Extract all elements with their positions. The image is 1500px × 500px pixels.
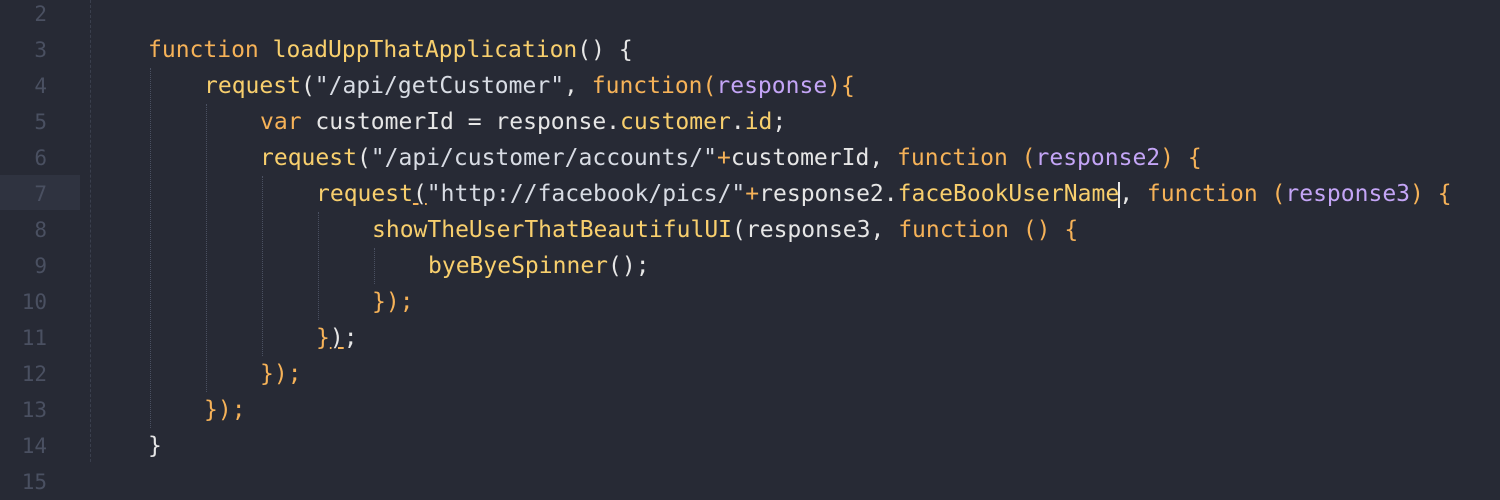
punctuation: ) { bbox=[1160, 145, 1202, 171]
indent-guide bbox=[150, 68, 151, 428]
line-number: 7 bbox=[34, 182, 47, 206]
matched-bracket: ) bbox=[329, 325, 344, 351]
punctuation: . bbox=[730, 109, 745, 135]
punctuation: } bbox=[316, 325, 330, 351]
punctuation: ( bbox=[1257, 181, 1286, 207]
identifier: customerId = response. bbox=[301, 109, 621, 135]
line-number: 6 bbox=[34, 146, 47, 170]
code-line-10[interactable]: }); bbox=[372, 284, 414, 320]
string-literal: "/api/getCustomer" bbox=[314, 73, 565, 99]
code-line-5[interactable]: var customerId = response.customer.id; bbox=[260, 104, 786, 140]
property: faceBookUserName bbox=[897, 181, 1120, 207]
code-line-3[interactable]: function loadUppThatApplication() { bbox=[148, 32, 633, 68]
code-line-8[interactable]: showTheUserThatBeautifulUI(response3, fu… bbox=[372, 212, 1078, 248]
punctuation: ( bbox=[702, 73, 717, 99]
function-name: loadUppThatApplication bbox=[258, 37, 578, 63]
punctuation: }); bbox=[372, 289, 414, 315]
property: id bbox=[744, 109, 773, 135]
punctuation: ; bbox=[343, 325, 358, 351]
function-call: request bbox=[260, 145, 357, 171]
code-editor[interactable]: 2 3 4 5 6 7 8 9 10 11 12 13 14 15 functi… bbox=[0, 0, 1500, 500]
indent-guide bbox=[318, 212, 319, 320]
operator: + bbox=[716, 145, 731, 171]
function-call: request bbox=[316, 181, 413, 207]
line-number: 8 bbox=[34, 218, 47, 242]
keyword: function bbox=[148, 37, 259, 63]
indent-guide bbox=[206, 104, 207, 392]
operator: + bbox=[745, 181, 760, 207]
identifier: customerId bbox=[730, 145, 870, 171]
function-call: request bbox=[204, 73, 301, 99]
line-number: 13 bbox=[21, 398, 47, 422]
parameter: response2 bbox=[1035, 145, 1161, 171]
keyword: function bbox=[1146, 181, 1258, 207]
line-number: 3 bbox=[34, 38, 47, 62]
line-number: 12 bbox=[21, 362, 47, 386]
line-number: 11 bbox=[21, 326, 47, 350]
keyword: function bbox=[897, 145, 1008, 171]
punctuation: , bbox=[1119, 181, 1147, 207]
punctuation: }); bbox=[204, 397, 246, 423]
property: customer bbox=[620, 109, 731, 135]
punctuation: , bbox=[869, 145, 898, 171]
punctuation: ){ bbox=[827, 73, 855, 99]
line-number-gutter: 2 3 4 5 6 7 8 9 10 11 12 13 14 15 bbox=[0, 0, 80, 500]
code-line-13[interactable]: }); bbox=[204, 392, 246, 428]
punctuation: () { bbox=[577, 37, 633, 63]
punctuation: ( bbox=[356, 145, 371, 171]
punctuation: ( bbox=[1007, 145, 1036, 171]
indent-guide bbox=[374, 248, 375, 284]
punctuation: ( bbox=[300, 73, 315, 99]
code-line-14[interactable]: } bbox=[148, 428, 162, 464]
keyword: var bbox=[260, 109, 302, 135]
line-number: 15 bbox=[21, 470, 47, 494]
punctuation: , bbox=[564, 73, 592, 99]
code-line-9[interactable]: byeByeSpinner(); bbox=[428, 248, 650, 284]
punctuation: ; bbox=[772, 109, 787, 135]
gutter-divider bbox=[90, 0, 91, 462]
punctuation: ) { bbox=[1410, 181, 1452, 207]
code-line-6[interactable]: request("/api/customer/accounts/"+custom… bbox=[260, 140, 1202, 176]
code-line-12[interactable]: }); bbox=[260, 356, 302, 392]
line-number: 9 bbox=[34, 254, 47, 278]
line-number: 14 bbox=[21, 434, 47, 458]
line-number: 5 bbox=[34, 110, 47, 134]
parameter: response bbox=[716, 73, 828, 99]
parameter: response3 bbox=[1285, 181, 1411, 207]
string-literal: "/api/customer/accounts/" bbox=[370, 145, 717, 171]
string-literal: "http://facebook/pics/" bbox=[426, 181, 746, 207]
code-line-11[interactable]: }); bbox=[316, 320, 358, 356]
line-number: 2 bbox=[34, 2, 47, 26]
function-call: byeByeSpinner bbox=[428, 253, 609, 279]
arguments: (response3, bbox=[732, 217, 899, 243]
punctuation: (); bbox=[608, 253, 650, 279]
punctuation: () { bbox=[1008, 217, 1079, 243]
function-call: showTheUserThatBeautifulUI bbox=[372, 217, 733, 243]
punctuation: ( bbox=[412, 181, 427, 207]
line-number: 10 bbox=[21, 290, 47, 314]
code-line-7[interactable]: request("http://facebook/pics/"+response… bbox=[316, 176, 1452, 212]
line-number: 4 bbox=[34, 74, 47, 98]
punctuation: }); bbox=[260, 361, 302, 387]
indent-guide bbox=[262, 176, 263, 356]
keyword: function bbox=[898, 217, 1009, 243]
punctuation: } bbox=[148, 433, 162, 459]
identifier: response2. bbox=[759, 181, 898, 207]
keyword: function bbox=[591, 73, 703, 99]
code-line-4[interactable]: request("/api/getCustomer", function(res… bbox=[204, 68, 855, 104]
